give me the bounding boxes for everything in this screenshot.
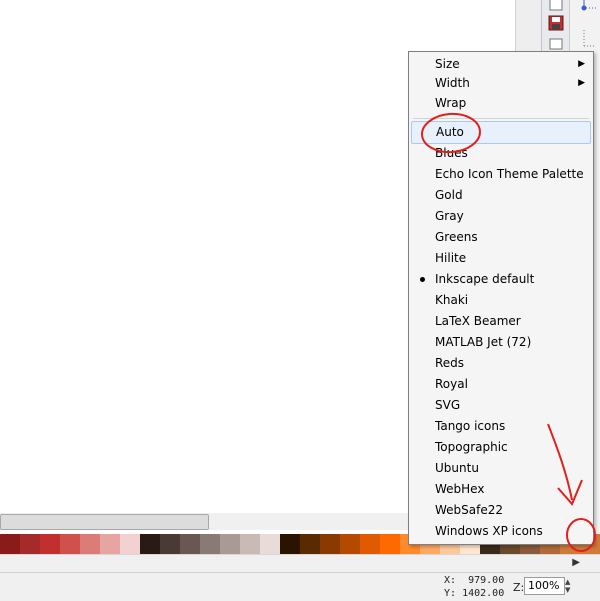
y-value: 1402.00	[462, 588, 505, 599]
document-icon[interactable]	[546, 0, 566, 14]
menu-item-gray[interactable]: Gray	[409, 206, 593, 227]
menu-item-label: Gold	[435, 188, 463, 202]
palette-swatch[interactable]	[260, 534, 280, 554]
palette-swatch[interactable]	[360, 534, 380, 554]
menu-item-label: Gray	[435, 209, 464, 223]
palette-context-menu: Size ▶ Width ▶ Wrap Auto Blues Echo Icon Theme …	[408, 51, 594, 545]
menu-item-label: Size	[435, 57, 460, 71]
menu-item-label: Windows XP icons	[435, 524, 543, 538]
palette-swatch[interactable]	[60, 534, 80, 554]
status-bar: X: 979.00 Y: 1402.00 Z: 100% ▲ ▼	[0, 572, 600, 601]
x-label: X:	[444, 575, 457, 586]
palette-swatch[interactable]	[140, 534, 160, 554]
save-icon[interactable]	[546, 13, 566, 33]
menu-item-auto[interactable]: Auto	[411, 121, 591, 144]
palette-swatch[interactable]	[280, 534, 300, 554]
menu-item-matlab-jet-72[interactable]: MATLAB Jet (72)	[409, 332, 593, 353]
palette-swatch[interactable]	[40, 534, 60, 554]
menu-item-greens[interactable]: Greens	[409, 227, 593, 248]
menu-item-label: Hilite	[435, 251, 467, 265]
menu-item-label: WebSafe22	[435, 503, 504, 517]
menu-item-echo-icon-theme-palette[interactable]: Echo Icon Theme Palette	[409, 164, 593, 185]
menu-item-svg[interactable]: SVG	[409, 395, 593, 416]
menu-item-label: Wrap	[435, 96, 467, 110]
menu-item-label: LaTeX Beamer	[435, 314, 521, 328]
palette-swatch[interactable]	[180, 534, 200, 554]
submenu-arrow-icon: ▶	[578, 78, 585, 88]
menu-item-label: Blues	[435, 146, 468, 160]
palette-swatch[interactable]	[300, 534, 320, 554]
menu-item-label: WebHex	[435, 482, 485, 496]
menu-item-label: Topographic	[435, 440, 508, 454]
cursor-coordinates: X: 979.00 Y: 1402.00	[444, 574, 504, 600]
menu-item-websafe22[interactable]: WebSafe22	[409, 500, 593, 521]
palette-swatch[interactable]	[380, 534, 400, 554]
horizontal-scrollbar-thumb[interactable]	[0, 514, 209, 530]
menu-item-label: Khaki	[435, 293, 469, 307]
palette-swatch[interactable]	[0, 534, 20, 554]
zoom-spinner[interactable]: ▲ ▼	[565, 578, 575, 594]
menu-item-tango-icons[interactable]: Tango icons	[409, 416, 593, 437]
zoom-label: Z:	[513, 581, 525, 594]
selected-bullet-icon	[420, 277, 425, 282]
menu-item-inkscape-default[interactable]: Inkscape default	[409, 269, 593, 290]
menu-item-khaki[interactable]: Khaki	[409, 290, 593, 311]
menu-separator	[413, 118, 589, 119]
palette-swatch[interactable]	[240, 534, 260, 554]
menu-item-hilite[interactable]: Hilite	[409, 248, 593, 269]
menu-item-windows-xp-icons[interactable]: Windows XP icons	[409, 521, 593, 542]
palette-swatch[interactable]	[320, 534, 340, 554]
menu-item-webhex[interactable]: WebHex	[409, 479, 593, 500]
menu-item-label: Tango icons	[435, 419, 506, 433]
menu-item-label: Inkscape default	[435, 272, 535, 286]
menu-item-label: SVG	[435, 398, 461, 412]
palette-scroll-row: ▶	[0, 554, 600, 573]
menu-item-label: MATLAB Jet (72)	[435, 335, 532, 349]
palette-swatch[interactable]	[100, 534, 120, 554]
zoom-field[interactable]: 100%	[524, 577, 565, 595]
menu-item-label: Reds	[435, 356, 465, 370]
palette-swatch[interactable]	[20, 534, 40, 554]
triangle-right-icon[interactable]: ▶	[572, 557, 580, 568]
submenu-arrow-icon: ▶	[578, 59, 585, 69]
palette-swatch[interactable]	[340, 534, 360, 554]
menu-item-gold[interactable]: Gold	[409, 185, 593, 206]
palette-swatch[interactable]	[120, 534, 140, 554]
menu-item-label: Auto	[436, 125, 464, 139]
menu-item-label: Width	[435, 76, 470, 90]
menu-item-royal[interactable]: Royal	[409, 374, 593, 395]
menu-item-size[interactable]: Size ▶	[409, 54, 593, 75]
palette-swatch[interactable]	[200, 534, 220, 554]
palette-swatch[interactable]	[160, 534, 180, 554]
menu-item-wrap[interactable]: Wrap	[409, 93, 593, 114]
palette-swatch[interactable]	[80, 534, 100, 554]
menu-item-label: Greens	[435, 230, 478, 244]
menu-item-blues[interactable]: Blues	[409, 143, 593, 164]
menu-item-reds[interactable]: Reds	[409, 353, 593, 374]
menu-item-topographic[interactable]: Topographic	[409, 437, 593, 458]
menu-item-width[interactable]: Width ▶	[409, 73, 593, 94]
palette-swatch[interactable]	[220, 534, 240, 554]
y-label: Y:	[444, 588, 457, 599]
menu-item-latex-beamer[interactable]: LaTeX Beamer	[409, 311, 593, 332]
menu-item-ubuntu[interactable]: Ubuntu	[409, 458, 593, 479]
menu-item-label: Echo Icon Theme Palette	[435, 167, 584, 181]
x-value: 979.00	[468, 575, 505, 586]
menu-item-label: Ubuntu	[435, 461, 479, 475]
menu-item-label: Royal	[435, 377, 468, 391]
